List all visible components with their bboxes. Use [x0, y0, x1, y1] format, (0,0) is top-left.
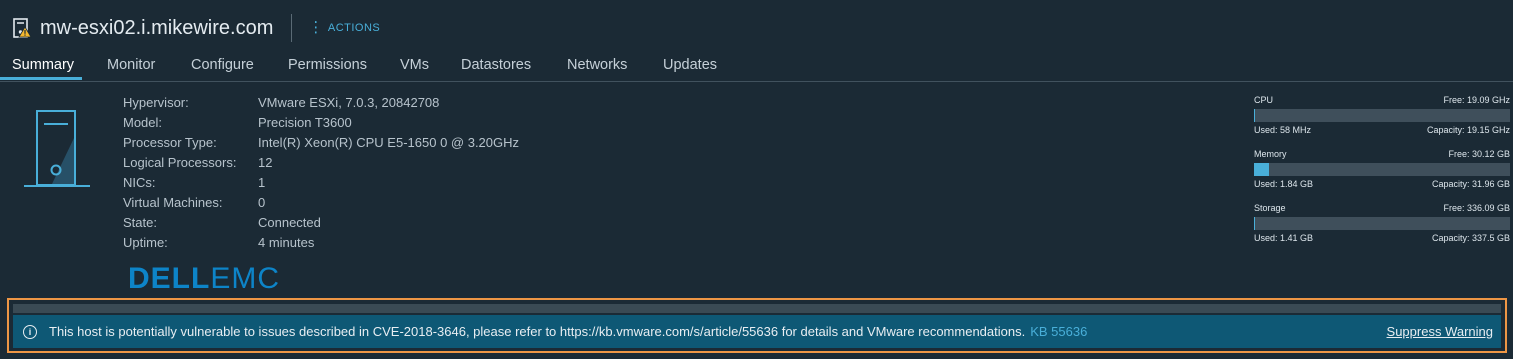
warning-banner-highlight: i This host is potentially vulnerable to… — [7, 298, 1507, 353]
info-value: 0 — [258, 195, 266, 210]
warning-banner: i This host is potentially vulnerable to… — [13, 315, 1501, 348]
info-label: Hypervisor: — [123, 95, 189, 110]
host-info-table: Hypervisor: VMware ESXi, 7.0.3, 20842708 … — [123, 93, 519, 253]
storage-usage-bar — [1254, 217, 1510, 230]
cpu-usage-bar — [1254, 109, 1510, 122]
info-row-hypervisor: Hypervisor: VMware ESXi, 7.0.3, 20842708 — [123, 93, 519, 113]
storage-free: Free: 336.09 GB — [1443, 203, 1510, 213]
info-label: State: — [123, 215, 157, 230]
tab-permissions[interactable]: Permissions — [288, 57, 367, 73]
storage-label: Storage — [1254, 203, 1286, 213]
logo-part-1: DELL — [128, 262, 211, 295]
info-label: NICs: — [123, 175, 156, 190]
tab-monitor[interactable]: Monitor — [107, 57, 155, 73]
storage-usage-fill — [1254, 217, 1256, 230]
cpu-label: CPU — [1254, 95, 1274, 105]
actions-label: ACTIONS — [327, 22, 381, 34]
server-icon — [22, 108, 92, 188]
warning-text: This host is potentially vulnerable to i… — [49, 324, 1026, 339]
kb-link[interactable]: KB 55636 — [1030, 324, 1087, 339]
info-value: 4 minutes — [258, 235, 315, 250]
page-header: mw-esxi02.i.mikewire.com ⋮ ACTIONS — [12, 12, 380, 44]
info-label: Logical Processors: — [123, 155, 237, 170]
tab-vms[interactable]: VMs — [400, 57, 429, 73]
logo-part-2: EMC — [210, 262, 280, 295]
tab-datastores[interactable]: Datastores — [461, 57, 531, 73]
more-vertical-icon: ⋮ — [308, 19, 324, 36]
info-row-state: State: Connected — [123, 213, 519, 233]
info-icon: i — [23, 324, 37, 339]
page-title: mw-esxi02.i.mikewire.com — [40, 16, 274, 39]
info-row-virtual-machines: Virtual Machines: 0 — [123, 193, 519, 213]
info-label: Processor Type: — [123, 135, 217, 150]
memory-used: Used: 1.84 GB — [1254, 179, 1314, 189]
info-row-processor-type: Processor Type: Intel(R) Xeon(R) CPU E5-1… — [123, 133, 519, 153]
memory-label: Memory — [1254, 149, 1287, 159]
actions-button[interactable]: ⋮ ACTIONS — [308, 19, 381, 36]
info-value: VMware ESXi, 7.0.3, 20842708 — [258, 95, 440, 110]
info-value: Intel(R) Xeon(R) CPU E5-1650 0 @ 3.20GHz — [258, 135, 520, 150]
dell-emc-logo: DELLEMC — [128, 262, 280, 296]
suppress-warning-link[interactable]: Suppress Warning — [1387, 324, 1493, 339]
tab-bar: Summary Monitor Configure Permissions VM… — [0, 50, 1513, 82]
memory-usage-fill — [1254, 163, 1269, 176]
info-row-model: Model: Precision T3600 — [123, 113, 519, 133]
info-row-uptime: Uptime: 4 minutes — [123, 233, 519, 253]
memory-usage-bar — [1254, 163, 1510, 176]
storage-meter: Storage Free: 336.09 GB Used: 1.41 GB Capa… — [1254, 203, 1510, 243]
info-value: Connected — [258, 215, 321, 230]
cpu-free: Free: 19.09 GHz — [1443, 95, 1510, 105]
info-value: 1 — [258, 175, 266, 190]
host-warning-icon — [12, 17, 32, 39]
tab-configure[interactable]: Configure — [191, 57, 254, 73]
tab-summary[interactable]: Summary — [12, 57, 74, 73]
info-row-logical-processors: Logical Processors: 12 — [123, 153, 519, 173]
cpu-meter: CPU Free: 19.09 GHz Used: 58 MHz Capacity:… — [1254, 95, 1510, 135]
tab-networks[interactable]: Networks — [567, 57, 627, 73]
info-label: Model: — [123, 115, 163, 130]
cpu-capacity: Capacity: 19.15 GHz — [1426, 125, 1510, 135]
memory-capacity: Capacity: 31.96 GB — [1431, 179, 1510, 189]
cpu-used: Used: 58 MHz — [1254, 125, 1312, 135]
banner-separator — [13, 304, 1501, 313]
cpu-usage-fill — [1254, 109, 1256, 122]
tab-updates[interactable]: Updates — [663, 57, 717, 73]
info-value: Precision T3600 — [258, 115, 352, 130]
memory-free: Free: 30.12 GB — [1448, 149, 1510, 159]
info-value: 12 — [258, 155, 273, 170]
info-row-nics: NICs: 1 — [123, 173, 519, 193]
storage-capacity: Capacity: 337.5 GB — [1431, 233, 1510, 243]
header-divider — [291, 14, 293, 42]
info-label: Uptime: — [123, 235, 168, 250]
active-tab-indicator — [0, 77, 82, 80]
memory-meter: Memory Free: 30.12 GB Used: 1.84 GB Capaci… — [1254, 149, 1510, 189]
info-label: Virtual Machines: — [123, 195, 223, 210]
storage-used: Used: 1.41 GB — [1254, 233, 1314, 243]
